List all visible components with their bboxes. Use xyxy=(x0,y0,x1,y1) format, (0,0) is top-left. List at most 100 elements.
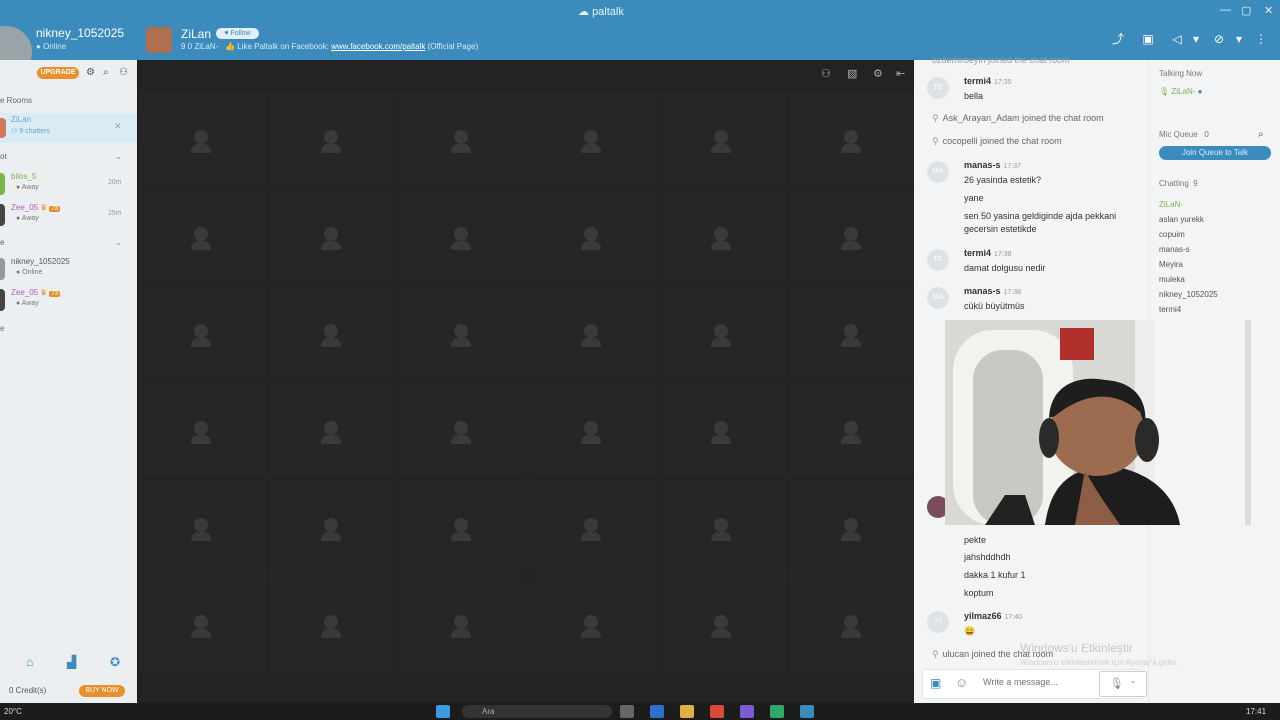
video-slot[interactable] xyxy=(529,383,657,478)
app-icon[interactable] xyxy=(770,705,784,718)
profile-name[interactable]: nikney_1052025 xyxy=(36,26,124,40)
avatar[interactable]: MA xyxy=(927,161,949,183)
chevron-down-icon[interactable]: ⌄ xyxy=(115,152,122,161)
video-slot[interactable] xyxy=(139,480,267,575)
speaker-dropdown-icon[interactable]: ▾ xyxy=(1189,32,1203,46)
collapse-icon[interactable]: ⇤ xyxy=(896,67,905,80)
video-slot[interactable] xyxy=(789,189,917,284)
contact-item[interactable]: Zee_05 ♛ 73 ● Away xyxy=(0,287,137,313)
more-menu-icon[interactable]: ⋮ xyxy=(1254,32,1268,46)
upgrade-button[interactable]: UPGRADE xyxy=(37,67,79,79)
search-icon[interactable]: ⌕ xyxy=(103,67,109,78)
chevron-up-icon[interactable]: ⌃ xyxy=(1130,680,1137,689)
video-slot[interactable] xyxy=(529,92,657,187)
join-queue-button[interactable]: Join Queue to Talk xyxy=(1159,146,1271,160)
taskbar-search[interactable]: Ara xyxy=(462,705,612,718)
video-slot[interactable] xyxy=(269,92,397,187)
video-slot[interactable] xyxy=(789,92,917,187)
video-slot[interactable] xyxy=(269,383,397,478)
video-slot[interactable] xyxy=(529,189,657,284)
mic-button[interactable]: 🎙 ⌃ xyxy=(1099,671,1147,697)
follow-button[interactable]: ♥ Follow xyxy=(216,28,259,39)
video-slot[interactable] xyxy=(659,92,787,187)
video-slot[interactable] xyxy=(659,577,787,672)
message-input[interactable] xyxy=(983,677,1073,687)
chrome-icon[interactable] xyxy=(710,705,724,718)
video-slot[interactable] xyxy=(659,189,787,284)
video-slot[interactable] xyxy=(399,383,527,478)
contact-item[interactable]: Zee_05 ♛ 73 ● Away 25m xyxy=(0,202,137,228)
video-slot[interactable] xyxy=(399,286,527,381)
user-list-item[interactable]: ZiLaN- xyxy=(1159,200,1183,209)
video-slot[interactable] xyxy=(269,189,397,284)
award-icon[interactable]: ✪ xyxy=(110,655,120,669)
video-slot[interactable] xyxy=(399,577,527,672)
video-slot[interactable] xyxy=(139,189,267,284)
chevron-down-icon[interactable]: ⌄ xyxy=(115,238,122,247)
gear-icon[interactable]: ⚙ xyxy=(873,67,883,80)
video-slot[interactable] xyxy=(529,480,657,575)
user-list-item[interactable]: aslan yurekk xyxy=(1159,215,1204,224)
user-list-item[interactable]: nikney_1052025 xyxy=(1159,290,1218,299)
gift-icon[interactable]: ▣ xyxy=(930,676,941,690)
webcam-video[interactable] xyxy=(945,320,1280,525)
contact-item[interactable]: nikney_1052025 ● Online xyxy=(0,256,137,282)
paltalk-taskbar-icon[interactable] xyxy=(800,705,814,718)
avatar[interactable]: TE xyxy=(927,77,949,99)
start-icon[interactable] xyxy=(436,705,450,718)
user-list-item[interactable]: termi4 xyxy=(1159,305,1181,314)
video-dropdown-icon[interactable]: ▾ xyxy=(1232,32,1246,46)
message-author[interactable]: manas-s 17:37 xyxy=(964,160,1021,170)
emoji-icon[interactable]: ☺ xyxy=(955,675,968,690)
video-slot[interactable] xyxy=(789,577,917,672)
video-slot[interactable] xyxy=(399,480,527,575)
talking-user[interactable]: 🎙 ZiLaN- ● xyxy=(1159,87,1202,96)
buy-now-button[interactable]: BUY NOW xyxy=(79,685,125,697)
search-icon[interactable]: ⌕ xyxy=(1258,129,1264,140)
video-slot[interactable] xyxy=(659,286,787,381)
message-author[interactable]: yilmaz66 17:40 xyxy=(964,611,1022,621)
video-slot[interactable] xyxy=(659,383,787,478)
stats-icon[interactable]: ▟ xyxy=(67,655,76,669)
sidebar-item-room[interactable]: ZiLan ⚇ 9 chatters ✕ xyxy=(0,113,137,143)
video-slot[interactable] xyxy=(139,577,267,672)
video-slot[interactable] xyxy=(659,480,787,575)
video-slot[interactable] xyxy=(139,286,267,381)
avatar[interactable]: YI xyxy=(927,611,949,633)
user-list-item[interactable]: manas-s xyxy=(1159,245,1190,254)
app-icon[interactable] xyxy=(740,705,754,718)
video-slot[interactable] xyxy=(139,92,267,187)
video-slot[interactable] xyxy=(399,92,527,187)
video-slot[interactable] xyxy=(269,480,397,575)
user-list-item[interactable]: Meyira xyxy=(1159,260,1183,269)
folder-icon[interactable] xyxy=(680,705,694,718)
video-slot[interactable] xyxy=(529,577,657,672)
user-list-item[interactable]: copuim xyxy=(1159,230,1185,239)
users-icon[interactable]: ⚇ xyxy=(821,67,831,80)
video-slot[interactable] xyxy=(529,286,657,381)
video-off-icon[interactable]: ⊘ xyxy=(1212,32,1226,46)
video-slot[interactable] xyxy=(789,480,917,575)
home-icon[interactable]: ⌂ xyxy=(26,655,33,669)
contact-item[interactable]: bilos_5 ● Away 20m xyxy=(0,171,137,197)
weather-widget[interactable]: 20°C xyxy=(4,707,22,716)
avatar[interactable]: MA xyxy=(927,287,949,309)
room-facebook-link[interactable]: www.facebook.com/paltalk xyxy=(331,42,425,51)
close-icon[interactable]: ✕ xyxy=(1264,4,1273,17)
video-slot[interactable] xyxy=(269,286,397,381)
minimize-icon[interactable]: — xyxy=(1220,4,1231,16)
share-icon[interactable]: ⤴ xyxy=(1111,32,1125,46)
add-contact-icon[interactable]: ⚇ xyxy=(119,67,128,78)
video-slot[interactable] xyxy=(789,383,917,478)
message-author[interactable]: termi4 17:35 xyxy=(964,76,1012,86)
speaker-icon[interactable]: ◁ xyxy=(1170,32,1184,46)
video-slot[interactable] xyxy=(789,286,917,381)
video-toggle-icon[interactable]: ▧ xyxy=(847,67,857,80)
user-list-item[interactable]: muleka xyxy=(1159,275,1185,284)
message-author[interactable]: manas-s 17:38 xyxy=(964,286,1021,296)
settings-icon[interactable]: ⚙ xyxy=(86,67,95,78)
video-slot[interactable] xyxy=(269,577,397,672)
close-room-icon[interactable]: ✕ xyxy=(114,121,122,132)
avatar[interactable]: TE xyxy=(927,249,949,271)
task-view-icon[interactable] xyxy=(620,705,634,718)
